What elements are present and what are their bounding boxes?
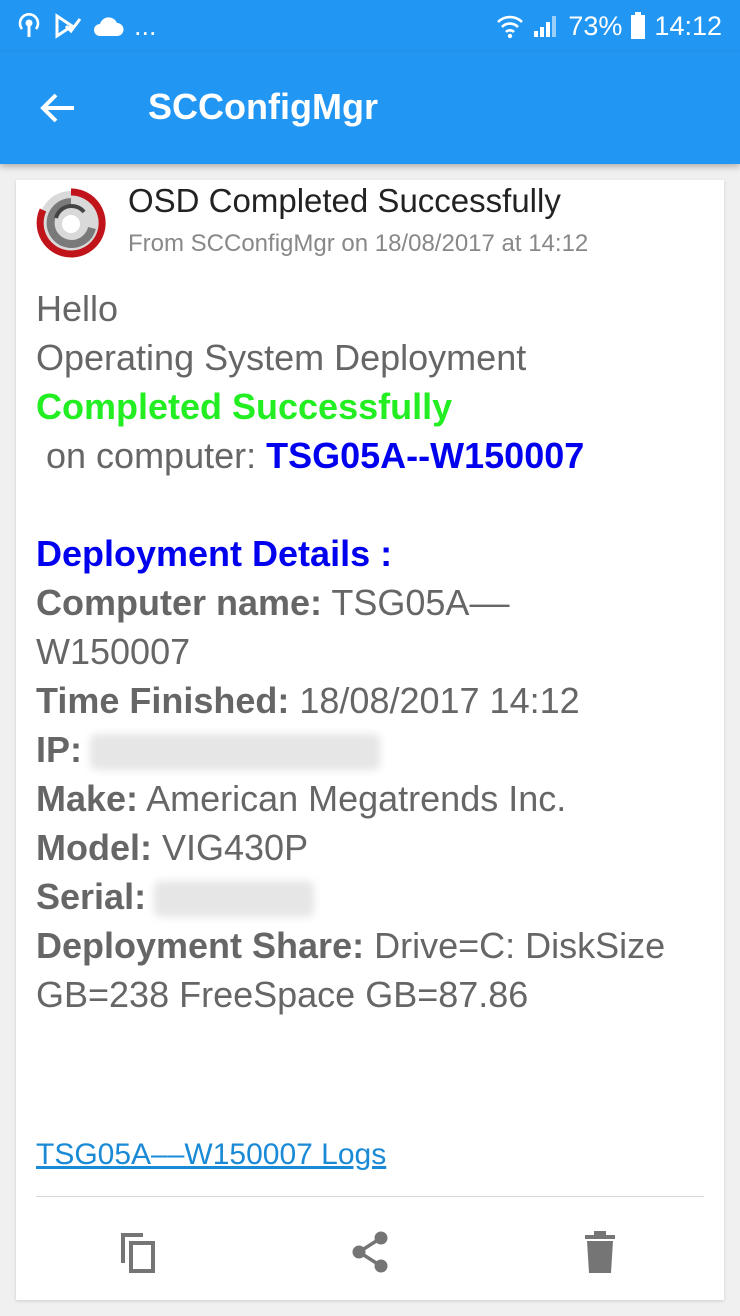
- model-label: Model:: [36, 827, 152, 868]
- check-icon: [54, 12, 82, 40]
- detail-time-finished: Time Finished: 18/08/2017 14:12: [36, 676, 716, 725]
- arrow-left-icon: [38, 88, 78, 133]
- make-label: Make:: [36, 778, 139, 819]
- delete-button[interactable]: [576, 1230, 624, 1278]
- battery-icon: [630, 12, 646, 40]
- notification-subject: OSD Completed Successfully: [128, 182, 561, 219]
- status-bar: ... 73% 14:12: [0, 0, 740, 52]
- notification-card: OSD Completed Successfully From SCConfig…: [16, 180, 724, 1300]
- app-title: SCConfigMgr: [148, 86, 378, 127]
- detail-make: Make: American Megatrends Inc.: [36, 774, 716, 823]
- share-icon: [347, 1229, 393, 1280]
- model-value: VIG430P: [151, 827, 309, 868]
- status-dots: ...: [134, 10, 157, 41]
- computer-name-highlight: TSG05A--W150007: [266, 435, 585, 476]
- computer-name-label: Computer name:: [36, 582, 323, 623]
- signal-icon: [532, 13, 560, 39]
- app-bar: SCConfigMgr: [0, 52, 740, 164]
- serial-value-redacted: [154, 881, 315, 918]
- time-finished-value: 18/08/2017 14:12: [289, 680, 580, 721]
- detail-ip: IP:: [36, 725, 716, 774]
- share-button[interactable]: [346, 1230, 394, 1278]
- greeting: Hello: [36, 288, 119, 329]
- notification-from: From SCConfigMgr on 18/08/2017 at 14:12: [128, 230, 589, 257]
- detail-model: Model: VIG430P: [36, 823, 716, 872]
- hotspot-icon: [14, 11, 44, 41]
- app-logo: [36, 188, 106, 258]
- wifi-icon: [496, 13, 524, 39]
- deployment-share-label: Deployment Share:: [36, 925, 365, 966]
- ip-label: IP:: [36, 729, 83, 770]
- deployment-line: Operating System Deployment: [36, 337, 527, 378]
- copy-icon: [115, 1229, 161, 1280]
- back-button[interactable]: [30, 82, 86, 138]
- clock: 14:12: [654, 10, 722, 41]
- computer-line: on computer: TSG05A--W150007: [36, 431, 716, 480]
- detail-deployment-share: Deployment Share: Drive=C: DiskSize GB=2…: [36, 921, 716, 1019]
- divider: [36, 1196, 704, 1197]
- detail-computer-name: Computer name: TSG05A–– W150007: [36, 578, 636, 676]
- logs-link[interactable]: TSG05A––W150007 Logs: [36, 1138, 386, 1172]
- detail-serial: Serial:: [36, 872, 716, 921]
- battery-percent: 73%: [568, 10, 623, 41]
- make-value: American Megatrends Inc.: [138, 778, 567, 819]
- details-heading: Deployment Details :: [36, 533, 393, 574]
- serial-label: Serial:: [36, 876, 147, 917]
- notification-body: Hello Operating System Deployment Comple…: [36, 284, 716, 1019]
- time-finished-label: Time Finished:: [36, 680, 290, 721]
- ip-value-redacted: [90, 734, 381, 771]
- trash-icon: [577, 1229, 623, 1280]
- on-computer-label: on computer:: [36, 435, 267, 476]
- copy-button[interactable]: [114, 1230, 162, 1278]
- status-text: Completed Successfully: [36, 386, 453, 427]
- cloud-icon: [92, 14, 124, 38]
